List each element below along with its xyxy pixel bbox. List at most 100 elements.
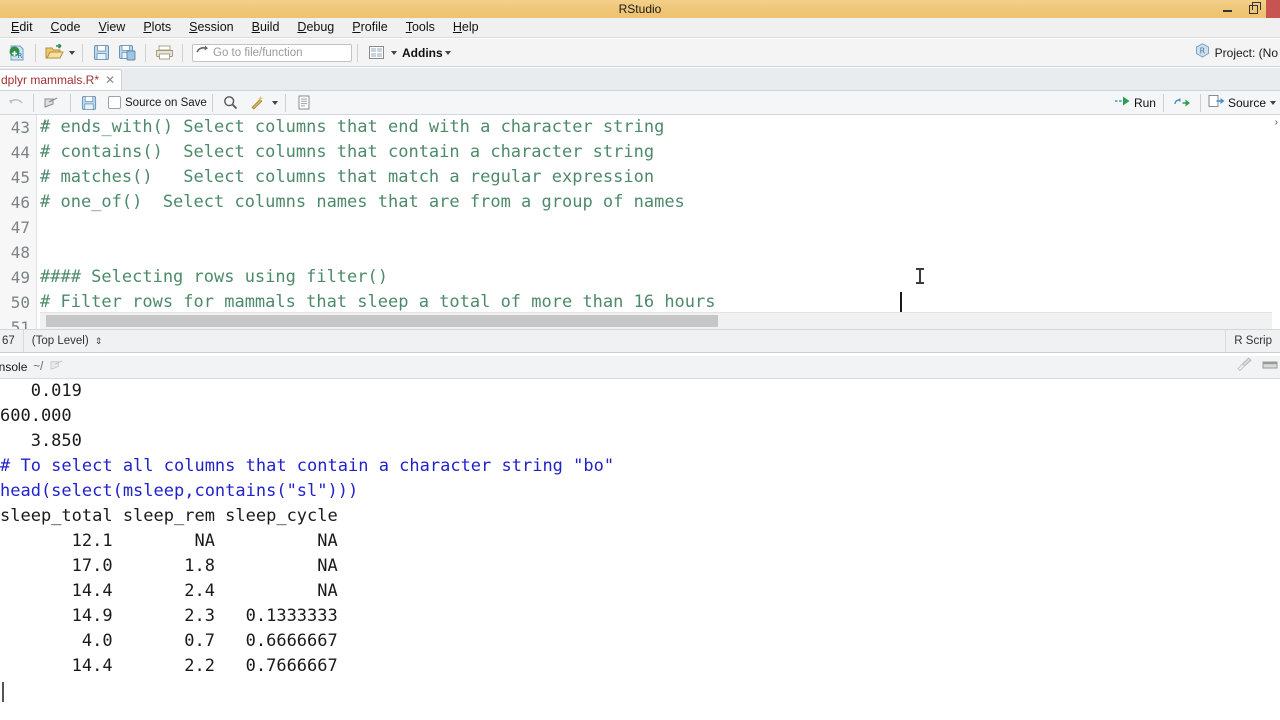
line-number: 51	[10, 318, 30, 329]
toolbar-separator	[82, 43, 83, 62]
new-r-file-icon[interactable]: R	[4, 42, 30, 64]
open-folder-icon[interactable]	[41, 42, 67, 64]
menu-item-tools[interactable]: Tools	[397, 18, 444, 37]
code-scope-selector[interactable]: (Top Level) ⇕	[24, 331, 111, 351]
svg-text:R: R	[1199, 47, 1205, 56]
main-toolbar: R Go to file/function Addins R Project: …	[0, 39, 1280, 67]
line-number: 48	[10, 243, 30, 262]
toolbar-separator	[182, 43, 183, 62]
scrollbar-thumb[interactable]	[46, 315, 718, 327]
console-line: 14.9 2.3 0.1333333	[0, 606, 338, 626]
source-tab-label: dplyr mammals.R*	[1, 73, 100, 87]
source-chevron-down-icon[interactable]	[1270, 101, 1276, 105]
save-disk-icon[interactable]	[88, 42, 114, 64]
menu-item-session[interactable]: Session	[180, 18, 242, 37]
code-tools-wand-icon[interactable]	[244, 92, 270, 114]
console-working-directory[interactable]: ~/	[33, 361, 43, 373]
code-editor[interactable]: 43 44 45 46 47 48 49 50 51 # ends_with()…	[0, 115, 1280, 329]
run-button[interactable]: Run	[1112, 92, 1158, 114]
project-label: Project: (No	[1214, 46, 1278, 60]
minimize-icon[interactable]	[1214, 0, 1240, 18]
console-line: 17.0 1.8 NA	[0, 556, 338, 576]
rstudio-window: RStudio Edit Code View Plots Session Bui…	[0, 0, 1280, 720]
workspace-panes-chevron-down-icon[interactable]	[391, 50, 397, 55]
source-tab-dplyr-mammals[interactable]: dplyr mammals.R* ✕	[0, 69, 123, 90]
source-button[interactable]: Source	[1206, 92, 1268, 114]
toolbar-separator	[211, 93, 213, 112]
cursor-position-indicator[interactable]: 67	[0, 331, 23, 351]
console-line: 0.019	[0, 381, 82, 401]
project-selector[interactable]: R Project: (No	[1195, 39, 1280, 67]
editor-horizontal-scrollbar[interactable]	[40, 312, 1272, 329]
menu-item-plots[interactable]: Plots	[134, 18, 180, 37]
show-in-new-window-icon[interactable]	[39, 92, 65, 114]
run-icon	[1114, 94, 1131, 112]
console-line: 4.0 0.7 0.6666667	[0, 631, 338, 651]
line-number: 49	[10, 268, 30, 287]
console-title: onsole	[0, 360, 28, 374]
line-number: 44	[10, 143, 30, 162]
minimize-pane-icon[interactable]	[1262, 358, 1278, 376]
line-number: 50	[10, 293, 30, 312]
compile-report-icon[interactable]	[291, 92, 317, 114]
print-icon[interactable]	[151, 42, 177, 64]
code-lines: # ends_with() Select columns that end wi…	[40, 115, 1280, 329]
code-line: #### Selecting rows using filter()	[40, 267, 388, 287]
window-controls	[1214, 0, 1280, 18]
addins-button[interactable]: Addins	[402, 46, 443, 60]
toolbar-separator	[357, 43, 358, 62]
menu-item-view[interactable]: View	[89, 18, 134, 37]
source-toolbar-right: Run Source	[1112, 91, 1280, 115]
window-title: RStudio	[618, 2, 662, 16]
source-label: Source	[1227, 96, 1266, 110]
console-line: sleep_total sleep_rem sleep_cycle	[0, 506, 338, 526]
console-line: 600.000	[0, 406, 72, 426]
source-status-bar: 67 (Top Level) ⇕ R Scrip	[0, 329, 1280, 353]
magnifier-icon[interactable]	[218, 92, 244, 114]
goto-arrow-icon	[196, 44, 209, 62]
source-on-save-label: Source on Save	[125, 96, 207, 109]
code-scope-label: (Top Level)	[31, 335, 89, 347]
menu-item-build[interactable]: Build	[243, 18, 289, 37]
menu-item-debug[interactable]: Debug	[288, 18, 343, 37]
console-output[interactable]: 0.019 600.000 3.850 # To select all colu…	[0, 379, 1280, 720]
broom-clear-console-icon[interactable]	[1236, 357, 1253, 377]
maximize-restore-icon[interactable]	[1240, 0, 1266, 18]
run-label: Run	[1133, 96, 1156, 110]
scroll-left-icon[interactable]: ‹	[44, 116, 47, 329]
code-line: # contains() Select columns that contain…	[40, 142, 655, 162]
code-tools-chevron-down-icon[interactable]	[271, 100, 278, 105]
title-bar: RStudio	[0, 0, 1280, 19]
save-all-disk-icon[interactable]	[114, 42, 140, 64]
show-in-new-window-icon[interactable]	[50, 358, 65, 376]
goto-file-function-input[interactable]: Go to file/function	[192, 43, 352, 62]
line-number: 47	[10, 218, 30, 237]
menu-item-profile[interactable]: Profile	[343, 18, 396, 37]
file-type-selector[interactable]: R Scrip	[1226, 331, 1280, 351]
line-number: 43	[10, 118, 30, 137]
save-disk-icon[interactable]	[76, 92, 102, 114]
scroll-right-icon[interactable]: ›	[1275, 116, 1278, 329]
open-file-chevron-down-icon[interactable]	[69, 50, 75, 55]
back-arrow-icon[interactable]	[2, 92, 28, 114]
addins-chevron-down-icon[interactable]	[444, 50, 451, 55]
console-line: 14.4 2.4 NA	[0, 581, 338, 601]
console-header: onsole ~/	[0, 356, 1280, 379]
rerun-previous-icon[interactable]	[1169, 92, 1195, 114]
menu-item-code[interactable]: Code	[42, 18, 90, 37]
toolbar-separator	[1162, 94, 1164, 112]
console-line: 12.1 NA NA	[0, 531, 338, 551]
console-line: head(select(msleep,contains("sl")))	[0, 481, 359, 501]
console-prompt-caret	[2, 682, 4, 702]
line-number-gutter: 43 44 45 46 47 48 49 50 51	[0, 115, 37, 329]
source-status-right: R Scrip	[1225, 330, 1280, 352]
toolbar-separator	[1199, 94, 1201, 112]
workspace-panes-icon[interactable]	[363, 42, 389, 64]
close-icon[interactable]	[1266, 0, 1280, 18]
close-icon[interactable]: ✕	[105, 74, 115, 86]
console-header-controls	[1236, 356, 1278, 378]
menu-item-help[interactable]: Help	[444, 18, 488, 37]
source-tabstrip: dplyr mammals.R* ✕	[0, 68, 1280, 91]
source-on-save-checkbox[interactable]	[108, 96, 121, 109]
menu-item-edit[interactable]: Edit	[2, 18, 42, 37]
